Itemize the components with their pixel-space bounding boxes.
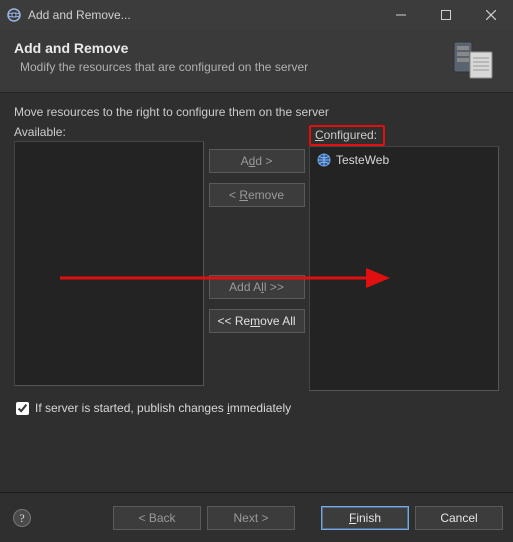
back-button[interactable]: < Back (113, 506, 201, 530)
publish-label: If server is started, publish changes im… (35, 401, 291, 415)
page-subtitle: Modify the resources that are configured… (14, 60, 449, 74)
help-button[interactable]: ? (10, 506, 34, 530)
titlebar: Add and Remove... (0, 0, 513, 30)
available-label: Available: (14, 125, 204, 139)
list-item-label: TesteWeb (336, 153, 389, 167)
cancel-button[interactable]: Cancel (415, 506, 503, 530)
close-button[interactable] (468, 0, 513, 30)
eclipse-icon (6, 7, 22, 23)
available-list[interactable] (14, 141, 204, 386)
server-wizard-icon (449, 40, 499, 80)
dialog-body: Move resources to the right to configure… (0, 93, 513, 423)
add-all-button[interactable]: Add All >> (209, 275, 305, 299)
list-item[interactable]: TesteWeb (314, 151, 494, 169)
configured-list[interactable]: TesteWeb (309, 146, 499, 391)
dialog-header: Add and Remove Modify the resources that… (0, 30, 513, 93)
transfer-buttons: Add > < Remove Add All >> << Remove All (204, 125, 309, 333)
remove-all-button[interactable]: << Remove All (209, 309, 305, 333)
add-button[interactable]: Add > (209, 149, 305, 173)
web-project-icon (316, 152, 332, 168)
remove-button[interactable]: < Remove (209, 183, 305, 207)
publish-checkbox[interactable] (16, 402, 29, 415)
configured-label: Configured: (315, 128, 377, 142)
window-title: Add and Remove... (28, 8, 378, 22)
page-title: Add and Remove (14, 40, 449, 56)
configured-label-highlight: Configured: (309, 125, 385, 146)
minimize-button[interactable] (378, 0, 423, 30)
maximize-button[interactable] (423, 0, 468, 30)
dialog-footer: ? < Back Next > Finish Cancel (0, 492, 513, 542)
svg-text:?: ? (19, 511, 24, 525)
next-button[interactable]: Next > (207, 506, 295, 530)
finish-button[interactable]: Finish (321, 506, 409, 530)
publish-checkbox-row[interactable]: If server is started, publish changes im… (14, 391, 499, 415)
instruction-text: Move resources to the right to configure… (14, 105, 499, 119)
